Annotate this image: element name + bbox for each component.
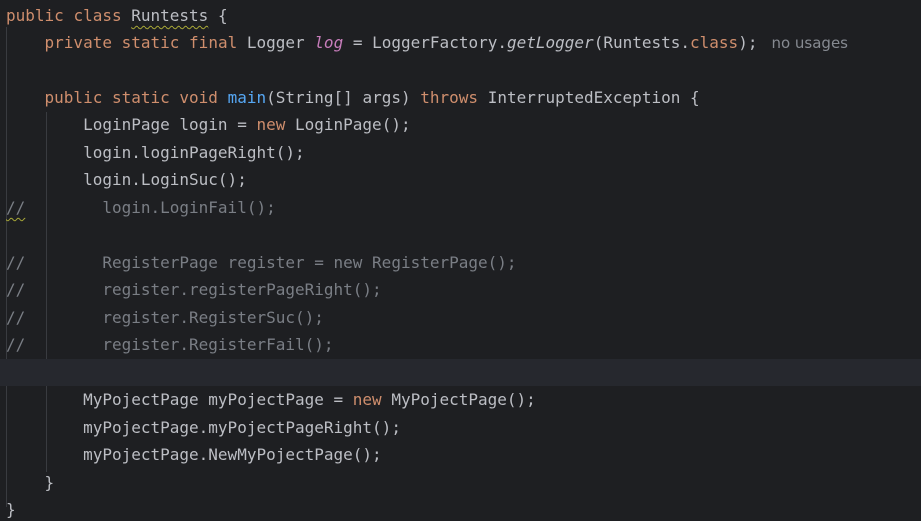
statement-text: login.loginPageRight();	[83, 143, 305, 162]
code-line-2[interactable]: private static final Logger log = Logger…	[0, 29, 921, 56]
type-logger: Logger	[246, 33, 305, 52]
code-line-8[interactable]: // login.LoginFail();	[0, 194, 921, 221]
logger-factory: LoggerFactory.	[372, 33, 507, 52]
code-line-17[interactable]: myPojectPage.NewMyPojectPage();	[0, 441, 921, 468]
statement-end: );	[738, 33, 758, 52]
main-params: (String[] args)	[266, 88, 411, 107]
method-main[interactable]: main	[228, 88, 267, 107]
commented-statement: login.LoginFail();	[102, 198, 276, 217]
page-declaration: MyPojectPage myPojectPage =	[83, 390, 353, 409]
keyword-class-literal: class	[690, 33, 739, 52]
login-declaration: LoginPage login =	[83, 115, 257, 134]
keyword-private: private	[44, 33, 112, 52]
code-line-4[interactable]: public static void main(String[] args) t…	[0, 84, 921, 111]
code-line-9[interactable]	[0, 221, 921, 248]
code-line-12[interactable]: // register.RegisterSuc();	[0, 304, 921, 331]
field-log[interactable]: log	[314, 33, 343, 52]
close-brace-method: }	[44, 473, 55, 492]
class-name[interactable]: Runtests	[131, 6, 208, 25]
code-line-7[interactable]: login.LoginSuc();	[0, 166, 921, 193]
code-line-18[interactable]: }	[0, 469, 921, 496]
code-line-15[interactable]: MyPojectPage myPojectPage = new MyPoject…	[0, 386, 921, 413]
keyword-new: new	[256, 115, 286, 134]
code-line-10[interactable]: // RegisterPage register = new RegisterP…	[0, 249, 921, 276]
keyword-final: final	[189, 33, 238, 52]
keyword-void: void	[179, 88, 218, 107]
code-line-19[interactable]: }	[0, 496, 921, 521]
statement-text: login.LoginSuc();	[83, 170, 247, 189]
keyword-new: new	[352, 390, 382, 409]
code-line-1[interactable]: public class Runtests {	[0, 2, 921, 29]
exception-type: InterruptedException {	[487, 88, 700, 107]
commented-statement: register.registerPageRight();	[102, 280, 382, 299]
login-constructor: LoginPage();	[285, 115, 411, 134]
code-line-6[interactable]: login.loginPageRight();	[0, 139, 921, 166]
current-line-highlight[interactable]	[0, 359, 921, 386]
assign-operator: =	[352, 33, 363, 52]
code-line-3[interactable]	[0, 56, 921, 83]
code-line-5[interactable]: LoginPage login = new LoginPage();	[0, 111, 921, 138]
code-line-11[interactable]: // register.registerPageRight();	[0, 276, 921, 303]
commented-statement: register.RegisterFail();	[102, 335, 334, 354]
commented-statement: RegisterPage register = new RegisterPage…	[102, 253, 517, 272]
method-getlogger[interactable]: getLogger	[507, 33, 594, 52]
keyword-public: public	[6, 6, 64, 25]
keyword-public: public	[44, 88, 103, 107]
code-line-13[interactable]: // register.RegisterFail();	[0, 331, 921, 358]
keyword-class: class	[73, 6, 122, 25]
keyword-static: static	[121, 33, 180, 52]
statement-text: myPojectPage.myPojectPageRight();	[83, 418, 401, 437]
statement-text: myPojectPage.NewMyPojectPage();	[83, 445, 382, 464]
page-constructor: MyPojectPage();	[381, 390, 536, 409]
keyword-throws: throws	[420, 88, 479, 107]
usages-hint[interactable]: no usages	[771, 34, 848, 52]
keyword-static: static	[111, 88, 170, 107]
close-brace-class: }	[6, 500, 16, 519]
open-brace: {	[217, 6, 228, 25]
commented-statement: register.RegisterSuc();	[102, 308, 324, 327]
code-editor[interactable]: public class Runtests { private static f…	[0, 0, 921, 521]
getlogger-args: (Runtests.	[593, 33, 691, 52]
code-line-16[interactable]: myPojectPage.myPojectPageRight();	[0, 414, 921, 441]
